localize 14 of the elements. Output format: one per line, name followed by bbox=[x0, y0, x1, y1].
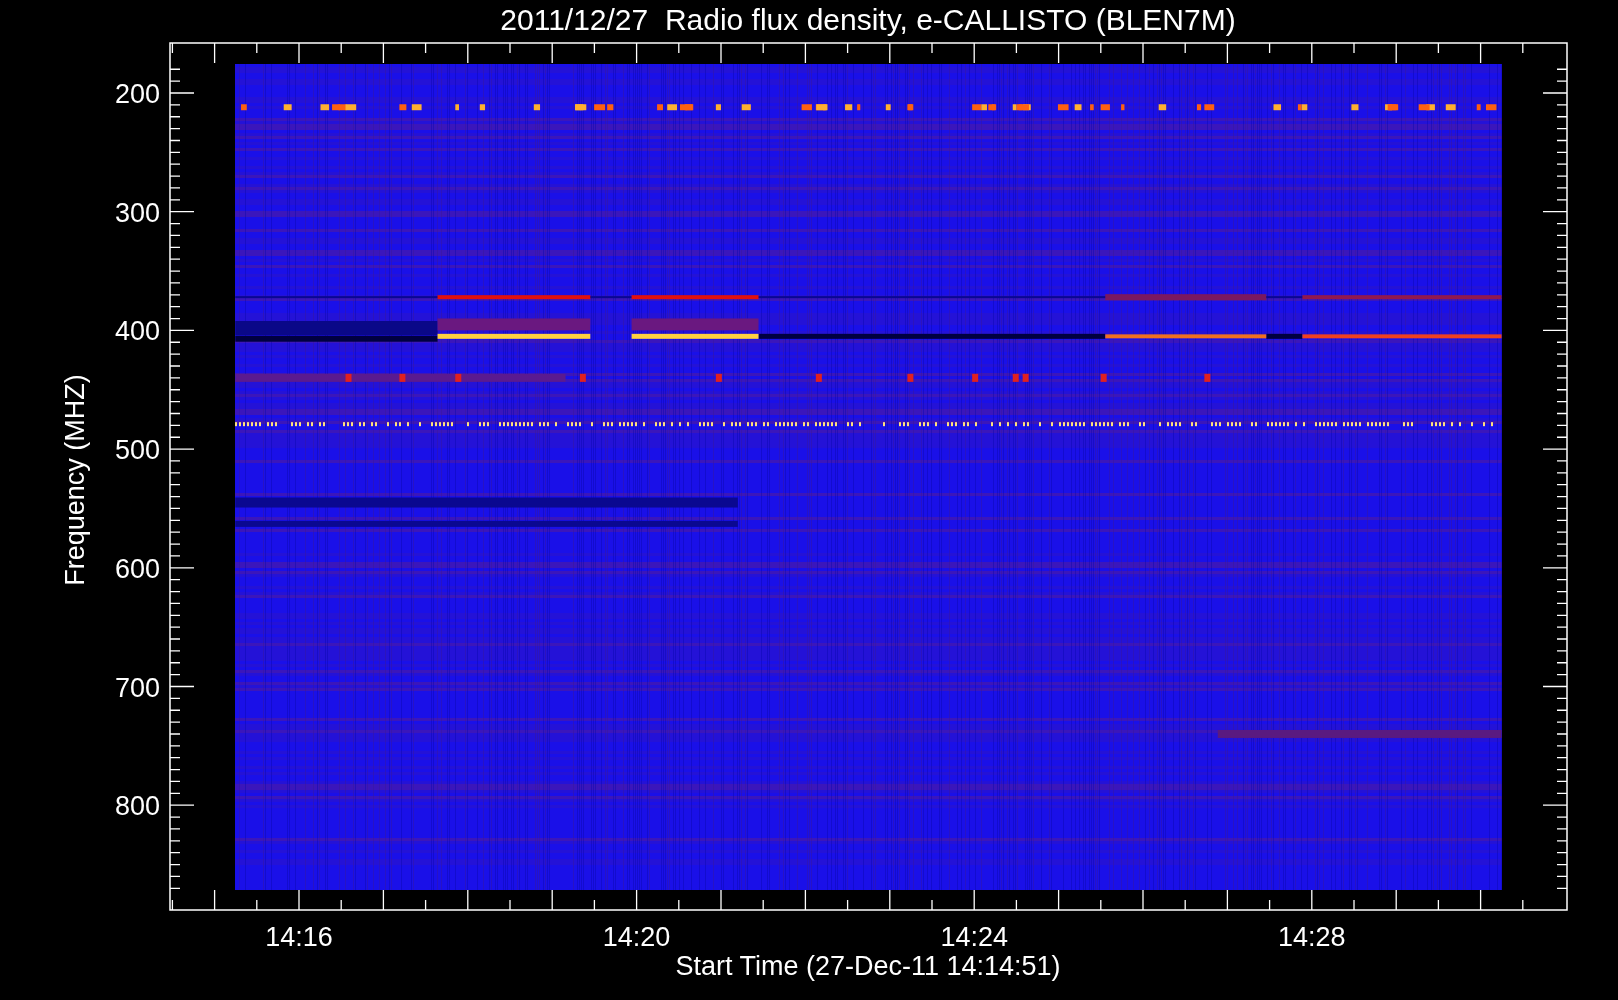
x-axis-label: Start Time (27-Dec-11 14:14:51) bbox=[675, 951, 1061, 981]
y-tick-label: 200 bbox=[114, 79, 160, 109]
x-tick-label: 14:28 bbox=[1278, 922, 1346, 952]
y-axis-label: Frequency (MHZ) bbox=[60, 374, 90, 586]
y-tick-label: 800 bbox=[114, 791, 160, 822]
x-tick-label: 14:16 bbox=[265, 922, 333, 952]
chart-title: 2011/12/27 Radio flux density, e-CALLISTO (BLEN7M) bbox=[500, 3, 1236, 36]
y-tick-label: 700 bbox=[114, 672, 160, 703]
x-tick-label: 14:24 bbox=[940, 922, 1008, 952]
x-tick-label: 14:20 bbox=[602, 922, 671, 952]
y-tick-label: 500 bbox=[114, 435, 160, 466]
y-tick-label: 400 bbox=[114, 316, 160, 347]
y-tick-label: 300 bbox=[114, 197, 160, 228]
y-tick-label: 600 bbox=[114, 553, 160, 584]
